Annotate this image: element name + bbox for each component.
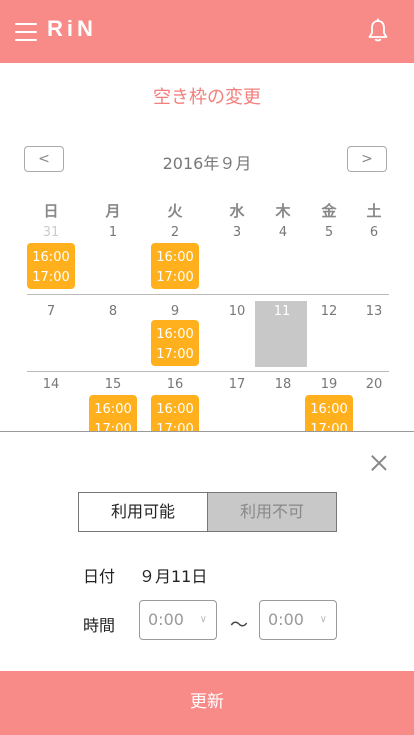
day-cell[interactable]: 8 [93, 304, 133, 319]
day-cell[interactable]: 2 [155, 225, 195, 240]
day-cell[interactable]: 6 [354, 225, 394, 240]
day-cell[interactable]: 3 [217, 225, 257, 240]
date-label: 日付 [83, 567, 116, 586]
day-cell[interactable]: 9 [155, 304, 195, 319]
menu-icon[interactable] [15, 22, 37, 42]
weekday-sun: 日 [43, 202, 59, 220]
app-header: RiN [0, 0, 414, 63]
time-slot[interactable]: 16:00 17:00 [27, 243, 75, 289]
day-cell[interactable]: 17 [217, 377, 257, 392]
day-cell[interactable]: 10 [217, 304, 257, 319]
update-button[interactable]: 更新 [0, 671, 414, 735]
weekday-fri: 金 [321, 202, 337, 220]
end-time-select[interactable]: 0:00 ∨ [259, 600, 337, 640]
chevron-down-icon: ∨ [319, 614, 327, 625]
slot-end-time: 17:00 [32, 270, 70, 285]
slot-end-time: 17:00 [156, 347, 194, 362]
day-cell[interactable]: 20 [354, 377, 394, 392]
day-cell[interactable]: 1 [93, 225, 133, 240]
slot-start-time: 16:00 [32, 250, 70, 265]
weekday-sat: 土 [366, 202, 382, 220]
slot-start-time: 16:00 [310, 402, 348, 417]
next-month-button[interactable]: > [347, 146, 387, 172]
weekday-wed: 水 [229, 202, 245, 220]
weekday-thu: 木 [275, 202, 291, 220]
day-cell[interactable]: 18 [263, 377, 303, 392]
start-time-select[interactable]: 0:00 ∨ [139, 600, 217, 640]
day-cell[interactable]: 13 [354, 304, 394, 319]
availability-toggle: 利用可能 利用不可 [78, 492, 337, 532]
day-cell[interactable]: 7 [31, 304, 71, 319]
day-cell[interactable]: 14 [31, 377, 71, 392]
page-title: 空き枠の変更 [153, 87, 261, 108]
close-icon[interactable] [369, 453, 389, 473]
chevron-down-icon: ∨ [199, 614, 207, 625]
slot-start-time: 16:00 [94, 402, 132, 417]
day-cell[interactable]: 19 [309, 377, 349, 392]
time-slot[interactable]: 16:00 17:00 [151, 243, 199, 289]
end-time-value: 0:00 [268, 610, 304, 629]
day-cell[interactable]: 15 [93, 377, 133, 392]
week-divider [27, 371, 389, 372]
day-cell[interactable]: 31 [31, 225, 71, 240]
weekday-mon: 月 [105, 202, 121, 220]
available-option[interactable]: 利用可能 [79, 493, 208, 531]
app-logo: RiN [47, 16, 97, 41]
slot-start-time: 16:00 [156, 402, 194, 417]
day-cell-selected[interactable]: 11 [262, 304, 302, 319]
day-cell[interactable]: 5 [309, 225, 349, 240]
bell-icon[interactable] [366, 18, 390, 44]
unavailable-option[interactable]: 利用不可 [208, 493, 336, 531]
weekday-tue: 火 [167, 202, 183, 220]
slot-start-time: 16:00 [156, 327, 194, 342]
time-label: 時間 [83, 616, 116, 635]
slot-start-time: 16:00 [156, 250, 194, 265]
range-separator: 〜 [230, 615, 248, 636]
day-cell[interactable]: 4 [263, 225, 303, 240]
time-slot[interactable]: 16:00 17:00 [151, 320, 199, 366]
week-divider [27, 294, 389, 295]
day-cell[interactable]: 12 [309, 304, 349, 319]
slot-end-time: 17:00 [156, 270, 194, 285]
date-value: ９月11日 [139, 567, 208, 586]
start-time-value: 0:00 [148, 610, 184, 629]
day-cell[interactable]: 16 [155, 377, 195, 392]
